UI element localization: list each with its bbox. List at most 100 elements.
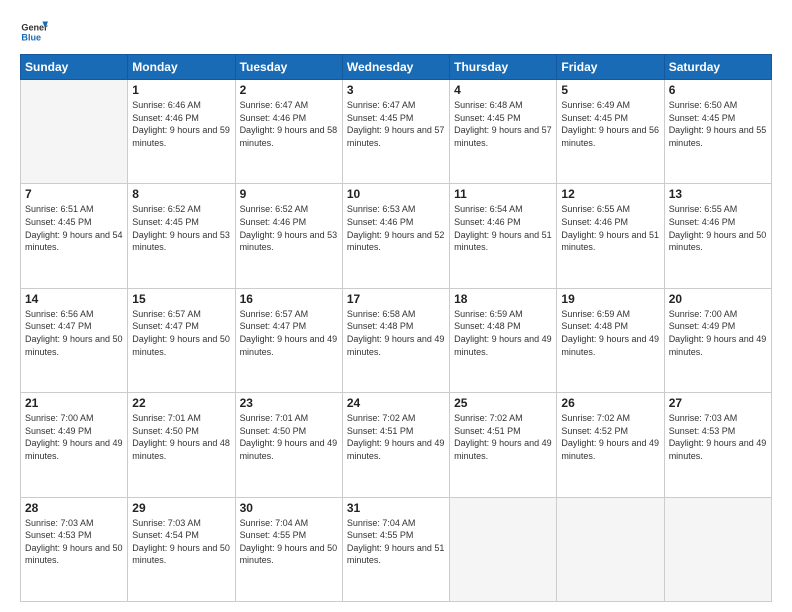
calendar-cell: 5 Sunrise: 6:49 AM Sunset: 4:45 PM Dayli… <box>557 80 664 184</box>
calendar-cell: 11 Sunrise: 6:54 AM Sunset: 4:46 PM Dayl… <box>450 184 557 288</box>
calendar-cell: 16 Sunrise: 6:57 AM Sunset: 4:47 PM Dayl… <box>235 288 342 392</box>
day-number: 22 <box>132 396 230 410</box>
cell-info: Sunrise: 7:04 AM Sunset: 4:55 PM Dayligh… <box>240 517 338 567</box>
calendar-cell: 23 Sunrise: 7:01 AM Sunset: 4:50 PM Dayl… <box>235 393 342 497</box>
calendar-cell <box>664 497 771 601</box>
day-number: 16 <box>240 292 338 306</box>
calendar-cell: 9 Sunrise: 6:52 AM Sunset: 4:46 PM Dayli… <box>235 184 342 288</box>
day-number: 14 <box>25 292 123 306</box>
calendar-cell: 27 Sunrise: 7:03 AM Sunset: 4:53 PM Dayl… <box>664 393 771 497</box>
cell-info: Sunrise: 7:04 AM Sunset: 4:55 PM Dayligh… <box>347 517 445 567</box>
calendar-cell <box>557 497 664 601</box>
calendar-cell: 8 Sunrise: 6:52 AM Sunset: 4:45 PM Dayli… <box>128 184 235 288</box>
day-number: 26 <box>561 396 659 410</box>
day-number: 31 <box>347 501 445 515</box>
cell-info: Sunrise: 6:55 AM Sunset: 4:46 PM Dayligh… <box>561 203 659 253</box>
cell-info: Sunrise: 6:57 AM Sunset: 4:47 PM Dayligh… <box>132 308 230 358</box>
day-header-wednesday: Wednesday <box>342 55 449 80</box>
calendar-cell: 17 Sunrise: 6:58 AM Sunset: 4:48 PM Dayl… <box>342 288 449 392</box>
calendar-cell: 26 Sunrise: 7:02 AM Sunset: 4:52 PM Dayl… <box>557 393 664 497</box>
cell-info: Sunrise: 7:03 AM Sunset: 4:53 PM Dayligh… <box>669 412 767 462</box>
day-number: 10 <box>347 187 445 201</box>
day-number: 25 <box>454 396 552 410</box>
calendar-cell <box>450 497 557 601</box>
calendar-cell: 19 Sunrise: 6:59 AM Sunset: 4:48 PM Dayl… <box>557 288 664 392</box>
calendar-table: SundayMondayTuesdayWednesdayThursdayFrid… <box>20 54 772 602</box>
day-number: 21 <box>25 396 123 410</box>
calendar-week-2: 7 Sunrise: 6:51 AM Sunset: 4:45 PM Dayli… <box>21 184 772 288</box>
cell-info: Sunrise: 6:49 AM Sunset: 4:45 PM Dayligh… <box>561 99 659 149</box>
day-number: 13 <box>669 187 767 201</box>
calendar-week-4: 21 Sunrise: 7:00 AM Sunset: 4:49 PM Dayl… <box>21 393 772 497</box>
page: General Blue SundayMondayTuesdayWednesda… <box>0 0 792 612</box>
calendar-cell: 4 Sunrise: 6:48 AM Sunset: 4:45 PM Dayli… <box>450 80 557 184</box>
cell-info: Sunrise: 6:51 AM Sunset: 4:45 PM Dayligh… <box>25 203 123 253</box>
calendar-cell: 22 Sunrise: 7:01 AM Sunset: 4:50 PM Dayl… <box>128 393 235 497</box>
day-number: 7 <box>25 187 123 201</box>
day-header-thursday: Thursday <box>450 55 557 80</box>
calendar-cell: 15 Sunrise: 6:57 AM Sunset: 4:47 PM Dayl… <box>128 288 235 392</box>
calendar-cell: 28 Sunrise: 7:03 AM Sunset: 4:53 PM Dayl… <box>21 497 128 601</box>
cell-info: Sunrise: 6:58 AM Sunset: 4:48 PM Dayligh… <box>347 308 445 358</box>
cell-info: Sunrise: 6:52 AM Sunset: 4:45 PM Dayligh… <box>132 203 230 253</box>
cell-info: Sunrise: 7:00 AM Sunset: 4:49 PM Dayligh… <box>669 308 767 358</box>
day-number: 6 <box>669 83 767 97</box>
cell-info: Sunrise: 6:57 AM Sunset: 4:47 PM Dayligh… <box>240 308 338 358</box>
day-number: 29 <box>132 501 230 515</box>
calendar-cell: 24 Sunrise: 7:02 AM Sunset: 4:51 PM Dayl… <box>342 393 449 497</box>
day-number: 4 <box>454 83 552 97</box>
day-number: 30 <box>240 501 338 515</box>
calendar-header-row: SundayMondayTuesdayWednesdayThursdayFrid… <box>21 55 772 80</box>
calendar-cell: 12 Sunrise: 6:55 AM Sunset: 4:46 PM Dayl… <box>557 184 664 288</box>
calendar-cell: 3 Sunrise: 6:47 AM Sunset: 4:45 PM Dayli… <box>342 80 449 184</box>
day-number: 11 <box>454 187 552 201</box>
day-header-monday: Monday <box>128 55 235 80</box>
cell-info: Sunrise: 7:01 AM Sunset: 4:50 PM Dayligh… <box>132 412 230 462</box>
calendar-cell: 1 Sunrise: 6:46 AM Sunset: 4:46 PM Dayli… <box>128 80 235 184</box>
cell-info: Sunrise: 7:02 AM Sunset: 4:51 PM Dayligh… <box>454 412 552 462</box>
day-number: 5 <box>561 83 659 97</box>
cell-info: Sunrise: 7:02 AM Sunset: 4:52 PM Dayligh… <box>561 412 659 462</box>
day-number: 18 <box>454 292 552 306</box>
day-number: 24 <box>347 396 445 410</box>
day-number: 1 <box>132 83 230 97</box>
cell-info: Sunrise: 6:54 AM Sunset: 4:46 PM Dayligh… <box>454 203 552 253</box>
day-number: 23 <box>240 396 338 410</box>
day-number: 19 <box>561 292 659 306</box>
day-number: 12 <box>561 187 659 201</box>
day-number: 8 <box>132 187 230 201</box>
day-number: 2 <box>240 83 338 97</box>
cell-info: Sunrise: 6:59 AM Sunset: 4:48 PM Dayligh… <box>561 308 659 358</box>
day-number: 20 <box>669 292 767 306</box>
cell-info: Sunrise: 6:52 AM Sunset: 4:46 PM Dayligh… <box>240 203 338 253</box>
calendar-cell <box>21 80 128 184</box>
day-header-saturday: Saturday <box>664 55 771 80</box>
calendar-cell: 6 Sunrise: 6:50 AM Sunset: 4:45 PM Dayli… <box>664 80 771 184</box>
cell-info: Sunrise: 6:47 AM Sunset: 4:45 PM Dayligh… <box>347 99 445 149</box>
cell-info: Sunrise: 6:55 AM Sunset: 4:46 PM Dayligh… <box>669 203 767 253</box>
cell-info: Sunrise: 6:50 AM Sunset: 4:45 PM Dayligh… <box>669 99 767 149</box>
day-header-friday: Friday <box>557 55 664 80</box>
cell-info: Sunrise: 6:46 AM Sunset: 4:46 PM Dayligh… <box>132 99 230 149</box>
day-number: 15 <box>132 292 230 306</box>
cell-info: Sunrise: 7:03 AM Sunset: 4:53 PM Dayligh… <box>25 517 123 567</box>
cell-info: Sunrise: 7:00 AM Sunset: 4:49 PM Dayligh… <box>25 412 123 462</box>
svg-text:Blue: Blue <box>21 32 41 42</box>
calendar-cell: 31 Sunrise: 7:04 AM Sunset: 4:55 PM Dayl… <box>342 497 449 601</box>
day-number: 28 <box>25 501 123 515</box>
generalblue-icon: General Blue <box>20 18 48 46</box>
cell-info: Sunrise: 7:02 AM Sunset: 4:51 PM Dayligh… <box>347 412 445 462</box>
calendar-week-3: 14 Sunrise: 6:56 AM Sunset: 4:47 PM Dayl… <box>21 288 772 392</box>
calendar-week-1: 1 Sunrise: 6:46 AM Sunset: 4:46 PM Dayli… <box>21 80 772 184</box>
day-number: 9 <box>240 187 338 201</box>
day-header-tuesday: Tuesday <box>235 55 342 80</box>
cell-info: Sunrise: 6:48 AM Sunset: 4:45 PM Dayligh… <box>454 99 552 149</box>
cell-info: Sunrise: 7:01 AM Sunset: 4:50 PM Dayligh… <box>240 412 338 462</box>
calendar-week-5: 28 Sunrise: 7:03 AM Sunset: 4:53 PM Dayl… <box>21 497 772 601</box>
day-number: 27 <box>669 396 767 410</box>
day-header-sunday: Sunday <box>21 55 128 80</box>
day-number: 3 <box>347 83 445 97</box>
calendar-cell: 18 Sunrise: 6:59 AM Sunset: 4:48 PM Dayl… <box>450 288 557 392</box>
calendar-cell: 10 Sunrise: 6:53 AM Sunset: 4:46 PM Dayl… <box>342 184 449 288</box>
cell-info: Sunrise: 6:59 AM Sunset: 4:48 PM Dayligh… <box>454 308 552 358</box>
